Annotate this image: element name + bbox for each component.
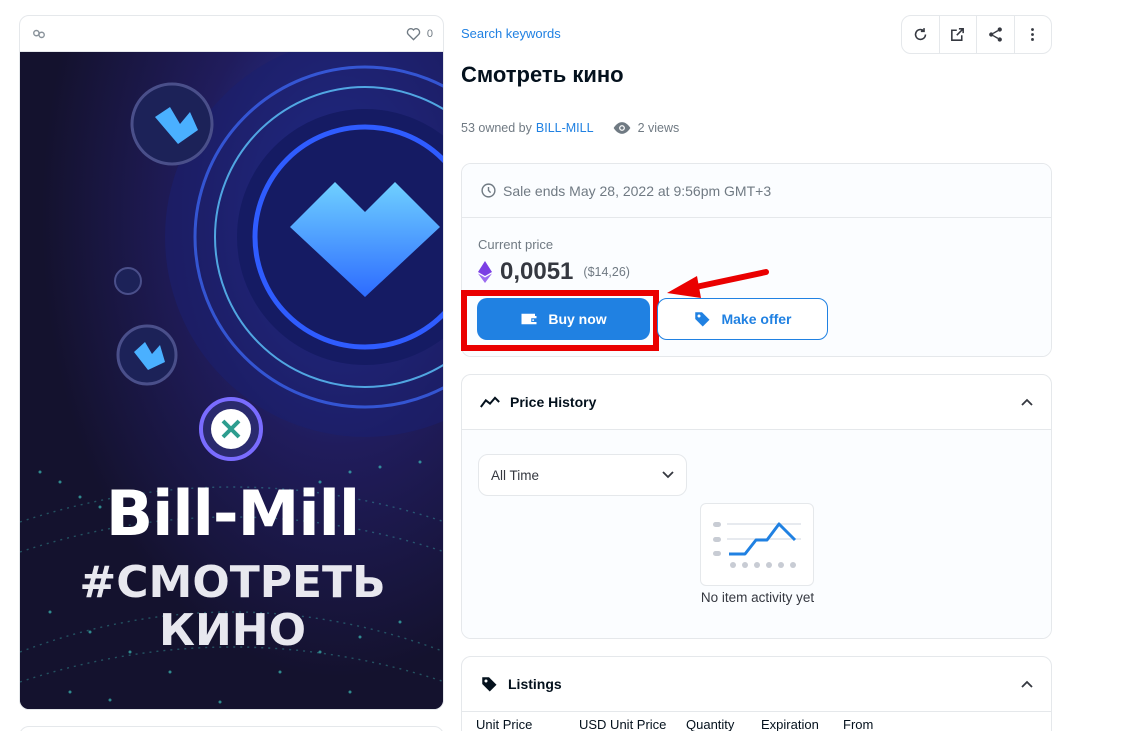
more-options-button[interactable] — [1015, 16, 1052, 53]
listings-columns: Unit Price USD Unit Price Quantity Expir… — [476, 717, 903, 731]
more-icon — [1031, 28, 1035, 41]
time-range-select[interactable]: All Time — [478, 454, 687, 496]
col-usd-unit-price: USD Unit Price — [579, 717, 667, 731]
views-count: 2 views — [612, 121, 680, 135]
share-icon — [988, 27, 1002, 42]
listings-panel: Listings Unit Price USD Unit Price Quant… — [461, 656, 1052, 731]
time-range-value: All Time — [491, 467, 540, 483]
listings-header[interactable]: Listings — [462, 657, 1051, 712]
make-offer-button[interactable]: Make offer — [657, 298, 828, 340]
owned-count: 53 owned by — [461, 121, 532, 135]
nft-artwork[interactable]: Bill-Mill #СМОТРЕТЬ КИНО — [20, 52, 443, 709]
empty-activity-label: No item activity yet — [700, 590, 815, 605]
media-card: 0 Bill-Mill #СМОТРЕТЬ КИНО — [19, 15, 444, 710]
listings-title: Listings — [508, 676, 562, 692]
artwork-subtitle-1: #СМОТРЕТЬ — [79, 557, 386, 608]
price-history-header[interactable]: Price History — [462, 375, 1051, 430]
sale-end-row: Sale ends May 28, 2022 at 9:56pm GMT+3 — [462, 164, 1051, 218]
make-offer-label: Make offer — [721, 311, 792, 327]
wallet-icon — [521, 313, 537, 325]
chevron-down-icon — [662, 471, 674, 479]
price-row: 0,0051 ($14,26) — [478, 258, 630, 286]
artwork-title: Bill-Mill — [105, 477, 360, 550]
annotation-arrow — [667, 269, 769, 298]
col-from: From — [843, 717, 874, 731]
heart-icon — [406, 27, 421, 41]
col-unit-price: Unit Price — [476, 717, 533, 731]
empty-activity-text: No item activity yet — [462, 590, 1051, 605]
current-price-label: Current price — [478, 237, 554, 252]
owner-link[interactable]: BILL-MILL — [536, 121, 594, 135]
price-history-body: All Time No item activity yet — [462, 430, 1051, 638]
chain-link-icon[interactable] — [32, 27, 46, 41]
external-link-icon — [951, 28, 965, 41]
eye-icon — [613, 122, 630, 134]
media-header: 0 — [20, 16, 443, 52]
tag-icon — [482, 677, 497, 692]
trend-icon — [480, 396, 500, 408]
tag-icon — [695, 312, 710, 327]
favorites-count: 0 — [426, 27, 433, 40]
chevron-up-icon[interactable] — [1021, 680, 1033, 688]
refresh-button[interactable] — [902, 16, 940, 53]
artwork-subtitle-2: КИНО — [158, 605, 307, 656]
price-value: 0,0051 — [500, 258, 574, 285]
buy-now-button[interactable]: Buy now — [477, 298, 650, 340]
views-label: 2 views — [637, 121, 680, 135]
col-expiration: Expiration — [761, 717, 819, 731]
ethereum-icon — [478, 261, 492, 283]
sale-ends-text: Sale ends May 28, 2022 at 9:56pm GMT+3 — [503, 182, 772, 199]
refresh-icon — [914, 28, 926, 41]
col-quantity: Quantity — [686, 717, 735, 731]
item-toolbar — [901, 15, 1052, 54]
description-card — [19, 726, 444, 731]
usd-price: ($14,26) — [583, 265, 630, 279]
buy-now-label: Buy now — [548, 311, 607, 327]
clock-icon — [481, 183, 496, 198]
chevron-up-icon[interactable] — [1021, 398, 1033, 406]
price-history-panel: Price History All Time No item activity … — [461, 374, 1052, 639]
favorite-button[interactable]: 0 — [406, 27, 433, 41]
open-external-button[interactable] — [940, 16, 977, 53]
price-history-title: Price History — [510, 394, 597, 410]
collection-link[interactable]: Search keywords — [461, 26, 561, 41]
share-button[interactable] — [977, 16, 1015, 53]
item-meta: 53 owned by BILL-MILL 2 views — [461, 121, 679, 135]
item-title: Смотреть кино — [461, 62, 624, 87]
empty-chart-illustration — [700, 503, 814, 586]
